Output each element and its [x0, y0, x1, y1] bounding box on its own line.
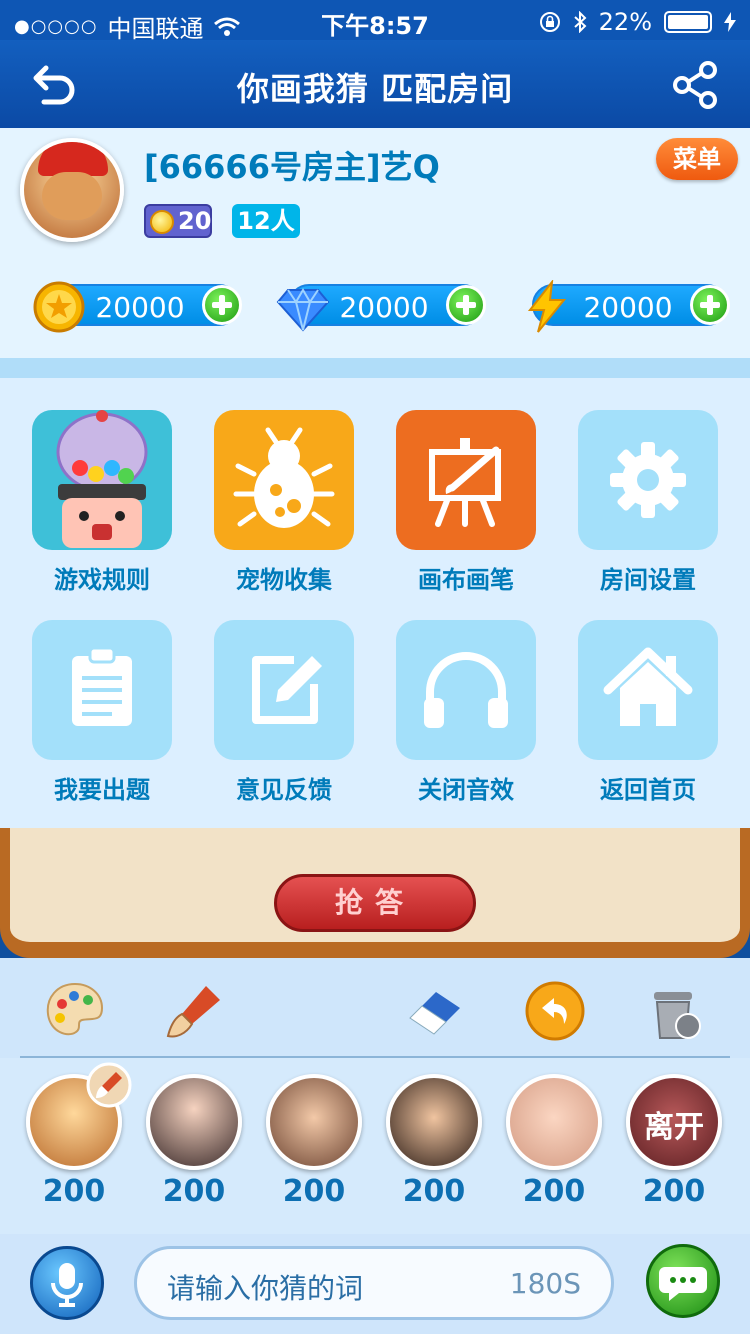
section-divider [0, 358, 750, 378]
home-tile[interactable] [578, 620, 718, 760]
player-score: 200 [162, 1174, 226, 1209]
voice-button[interactable] [30, 1246, 104, 1320]
chat-button[interactable] [646, 1244, 720, 1318]
trash-icon[interactable] [640, 978, 706, 1044]
player-avatar[interactable] [506, 1074, 602, 1170]
headphones-icon [424, 652, 508, 728]
bug-icon [233, 427, 335, 528]
bluetooth-icon [573, 11, 587, 33]
player-left-label: 离开 [644, 1110, 704, 1145]
countdown-timer: 180S [509, 1267, 581, 1300]
eraser-icon[interactable] [402, 978, 468, 1044]
pet-collection-tile[interactable] [214, 410, 354, 550]
host-avatar[interactable] [20, 138, 124, 242]
gold-value: 20000 [95, 291, 185, 324]
energy-resource: 20000 [527, 280, 730, 333]
canvas-brush-label: 画布画笔 [418, 566, 514, 594]
game-rules-tile[interactable] [32, 410, 172, 550]
diamond-value: 20000 [339, 291, 429, 324]
mute-sound-tile[interactable] [396, 620, 536, 760]
drawing-toolbar [0, 958, 750, 1058]
coin-badge: 20 [144, 204, 212, 238]
people-count: 12人 [232, 204, 300, 238]
gold-coin-icon [33, 281, 85, 333]
brush-icon[interactable] [162, 978, 228, 1044]
menu-button[interactable]: 菜单 [656, 138, 738, 180]
player-avatar[interactable] [386, 1074, 482, 1170]
edit-icon [252, 656, 322, 724]
home-label: 返回首页 [600, 776, 696, 804]
gold-resource: 20000 [33, 281, 242, 333]
chat-bubble-icon [659, 1267, 707, 1301]
charging-icon [724, 12, 736, 32]
easel-brush-icon [429, 438, 501, 527]
diamond-icon [276, 288, 330, 332]
coin-icon [150, 210, 174, 234]
add-gold-button[interactable] [202, 285, 242, 325]
submit-question-tile[interactable] [32, 620, 172, 760]
player-score: 200 [402, 1174, 466, 1209]
bottom-input-bar: 请输入你猜的词 180S [0, 1234, 750, 1334]
page-title: 你画我猜 匹配房间 [236, 70, 514, 108]
feedback-tile[interactable] [214, 620, 354, 760]
undo-icon[interactable] [522, 978, 588, 1044]
status-bar: ●○○○○ 中国联通 下午8:57 22% [0, 0, 750, 43]
clipboard-icon [72, 646, 132, 726]
lightning-icon [527, 280, 567, 333]
room-settings-label: 房间设置 [600, 566, 696, 594]
add-energy-button[interactable] [690, 285, 730, 325]
feedback-label: 意见反馈 [236, 776, 332, 804]
player-avatar[interactable] [266, 1074, 362, 1170]
home-icon [603, 647, 693, 726]
player-avatar[interactable]: 离开 [626, 1074, 722, 1170]
microphone-icon [51, 1263, 83, 1307]
battery-percent: 22% [598, 8, 652, 36]
answer-button[interactable]: 抢答 [274, 874, 476, 932]
canvas-brush-tile[interactable] [396, 410, 536, 550]
room-menu-panel: [66666号房主]艺Q 20 12人 菜单 20000 20000 20000… [0, 128, 750, 828]
game-rules-label: 游戏规则 [54, 566, 150, 594]
avatar-hat [38, 142, 108, 176]
rotation-lock-icon [539, 12, 560, 32]
room-info-section: [66666号房主]艺Q 20 12人 菜单 20000 20000 20000 [0, 128, 750, 358]
player-score: 200 [642, 1174, 706, 1209]
avatar-face [42, 172, 102, 220]
candy-jar-character-icon [32, 410, 172, 550]
guess-input[interactable]: 请输入你猜的词 180S [134, 1246, 614, 1320]
guess-placeholder: 请输入你猜的词 [167, 1272, 364, 1305]
mute-sound-label: 关闭音效 [418, 776, 514, 804]
palette-icon[interactable] [42, 978, 108, 1044]
energy-value: 20000 [583, 291, 673, 324]
player-avatar[interactable] [146, 1074, 242, 1170]
coin-count: 20 [178, 207, 212, 235]
room-settings-tile[interactable] [578, 410, 718, 550]
submit-question-label: 我要出题 [54, 776, 150, 804]
diamond-resource: 20000 [276, 284, 486, 332]
player-list: 200 200 200 200 200 离开 200 [0, 1058, 750, 1234]
player-score: 200 [42, 1174, 106, 1209]
player-score: 200 [282, 1174, 346, 1209]
drawing-brush-badge-icon [86, 1062, 132, 1108]
add-diamond-button[interactable] [446, 285, 486, 325]
share-icon[interactable] [668, 58, 722, 112]
gear-icon [610, 442, 686, 518]
host-name: [66666号房主]艺Q [144, 148, 440, 186]
title-bar: 你画我猜 匹配房间 [0, 40, 750, 128]
player-score: 200 [522, 1174, 586, 1209]
status-right: 22% [539, 8, 736, 36]
pet-collection-label: 宠物收集 [236, 566, 332, 594]
battery-icon [664, 11, 712, 33]
